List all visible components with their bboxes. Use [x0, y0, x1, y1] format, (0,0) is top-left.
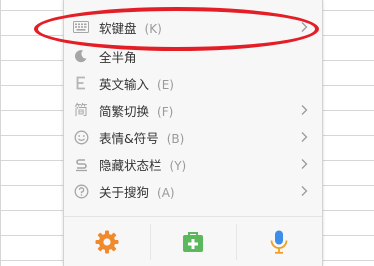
- menu-item-label: 隐藏状态栏 (Y): [99, 158, 187, 173]
- letter-e-icon: [73, 75, 89, 91]
- keyboard-icon: [73, 19, 89, 35]
- menu-item-soft-keyboard[interactable]: 软键盘 (K): [64, 14, 322, 41]
- jian-char-icon: 简: [74, 103, 88, 119]
- menu-item-hide-statusbar[interactable]: 隐藏状态栏 (Y): [64, 151, 322, 178]
- help-circle-icon: [73, 183, 89, 199]
- input-method-context-menu: 软键盘 (K) 全半角 英文输入 (E) 简 简繁切换 (F) 表情&符号 (B…: [63, 0, 323, 266]
- toolbox-icon: [183, 232, 203, 252]
- menu-item-full-half-width[interactable]: 全半角: [64, 43, 322, 70]
- gear-icon: [95, 230, 119, 254]
- toolbox-button[interactable]: [150, 220, 236, 264]
- menu-item-label: 软键盘 (K): [99, 21, 162, 36]
- chevron-right-icon: [301, 105, 308, 115]
- microphone-icon: [270, 230, 288, 254]
- menu-item-simplified-traditional[interactable]: 简 简繁切换 (F): [64, 97, 322, 124]
- menu-item-label: 英文输入 (E): [99, 77, 174, 92]
- chevron-right-icon: [301, 132, 308, 142]
- menu-item-label: 表情&符号 (B): [99, 131, 185, 146]
- hide-statusbar-icon: [73, 156, 89, 172]
- smiley-icon: [73, 129, 89, 145]
- moon-icon: [73, 48, 89, 64]
- voice-input-button[interactable]: [236, 220, 322, 264]
- chevron-right-icon: [301, 186, 308, 196]
- menu-item-label: 关于搜狗 (A): [99, 185, 175, 200]
- settings-button[interactable]: [64, 220, 150, 264]
- menu-item-emoji-symbols[interactable]: 表情&符号 (B): [64, 124, 322, 151]
- menu-item-label: 全半角: [99, 50, 137, 65]
- menu-item-english-input[interactable]: 英文输入 (E): [64, 70, 322, 97]
- chevron-right-icon: [301, 159, 308, 169]
- chevron-right-icon: [301, 22, 308, 32]
- menu-item-about-sogou[interactable]: 关于搜狗 (A): [64, 178, 322, 205]
- menu-divider: [64, 216, 322, 217]
- menu-item-label: 简繁切换 (F): [99, 104, 174, 119]
